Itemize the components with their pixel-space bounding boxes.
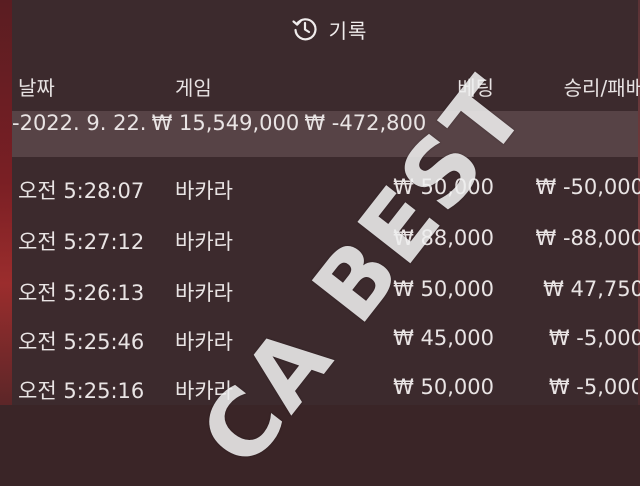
date-summary-row[interactable]: -2022. 9. 22. ₩ 15,549,000 ₩ -472,800 [12,111,638,157]
column-header-bet: 베팅 [457,72,494,101]
row-time: 오전 5:28:07 [18,175,144,205]
row-bet: ₩ 50,000 [393,277,494,301]
history-panel: 기록 날짜 게임 베팅 승리/패배 -2022. 9. 22. ₩ 15,549… [12,0,638,405]
column-header-game: 게임 [175,72,212,101]
row-result: ₩ -50,000 [536,175,640,199]
row-time: 오전 5:27:12 [18,226,144,256]
table-row[interactable]: 오전 5:25:16 바카라 ₩ 50,000 ₩ -5,000 [12,364,638,405]
summary-date: -2022. 9. 22. [12,111,146,135]
row-time: 오전 5:25:46 [18,326,144,356]
column-header-date: 날짜 [18,72,55,101]
row-game: 바카라 [175,277,233,307]
row-bet: ₩ 50,000 [393,375,494,399]
history-clock-icon [291,15,319,43]
table-row[interactable]: 오전 5:28:07 바카라 ₩ 50,000 ₩ -50,000 [12,164,638,216]
row-result: ₩ -5,000 [549,326,640,350]
row-result: ₩ 47,750 [543,277,640,301]
table-row[interactable]: 오전 5:25:46 바카라 ₩ 45,000 ₩ -5,000 [12,315,638,367]
row-bet: ₩ 50,000 [393,175,494,199]
row-game: 바카라 [175,175,233,205]
row-bet: ₩ 45,000 [393,326,494,350]
table-row[interactable]: 오전 5:26:13 바카라 ₩ 50,000 ₩ 47,750 [12,266,638,318]
column-headers: 날짜 게임 베팅 승리/패배 [12,66,638,106]
summary-bet-total: ₩ 15,549,000 [152,111,300,135]
row-game: 바카라 [175,226,233,256]
row-result: ₩ -88,000 [536,226,640,250]
column-header-result: 승리/패배 [564,72,640,101]
summary-result-total: ₩ -472,800 [304,111,426,135]
history-header: 기록 [12,0,638,58]
row-time: 오전 5:25:16 [18,375,144,405]
row-bet: ₩ 88,000 [393,226,494,250]
row-result: ₩ -5,000 [549,375,638,399]
table-row[interactable]: 오전 5:27:12 바카라 ₩ 88,000 ₩ -88,000 [12,215,638,267]
row-game: 바카라 [175,326,233,356]
row-game: 바카라 [175,375,233,405]
row-time: 오전 5:26:13 [18,277,144,307]
page-title: 기록 [329,15,368,44]
